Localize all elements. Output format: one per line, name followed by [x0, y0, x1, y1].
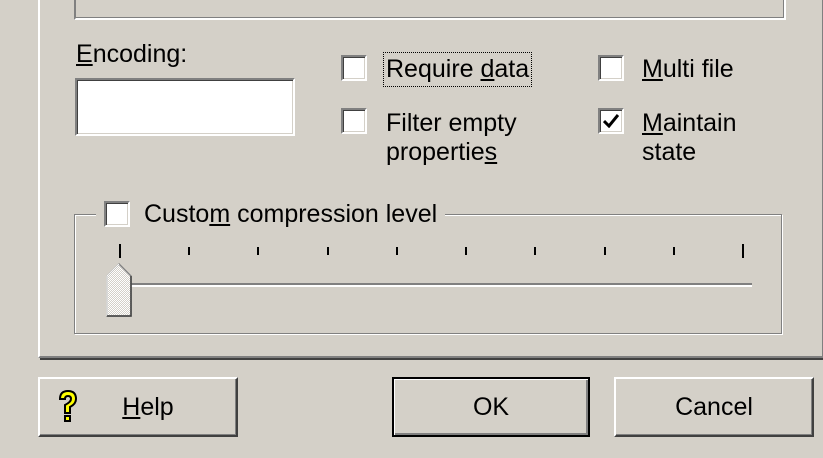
encoding-label: Encoding: [76, 40, 188, 68]
require-data-checkbox[interactable] [341, 55, 367, 81]
question-mark-icon [54, 389, 82, 430]
slider-tick [534, 247, 536, 255]
cancel-button-label: Cancel [675, 392, 753, 421]
filter-empty-checkbox[interactable] [341, 108, 367, 134]
require-data-label[interactable]: Require data [382, 52, 533, 87]
multi-file-checkbox[interactable] [598, 55, 624, 81]
require-data-box[interactable] [341, 55, 367, 81]
slider-tick [119, 244, 121, 258]
compression-group [74, 214, 782, 334]
filter-empty-label[interactable]: Filter empty properties [386, 109, 517, 167]
filter-empty-box[interactable] [341, 108, 367, 134]
slider-tick [465, 247, 467, 255]
slider-tick [396, 247, 398, 255]
multi-file-box[interactable] [598, 55, 624, 81]
upper-panel-edge [74, 0, 786, 20]
encoding-input[interactable] [75, 78, 295, 136]
maintain-state-box[interactable] [598, 108, 624, 134]
slider-tick [327, 247, 329, 255]
help-button-label: Help [122, 392, 174, 421]
custom-compression-checkbox[interactable] [104, 201, 130, 227]
maintain-state-checkbox[interactable] [598, 108, 624, 134]
slider-tick [257, 247, 259, 255]
compression-legend: Custom compression level [96, 198, 446, 230]
ok-button[interactable]: OK [392, 377, 590, 437]
slider-track[interactable] [112, 283, 752, 287]
slider-tick [188, 247, 190, 255]
checkmark-icon [603, 114, 619, 128]
custom-compression-label[interactable]: Custom compression level [144, 200, 437, 229]
ok-button-label: OK [472, 392, 510, 421]
slider-tick [604, 247, 606, 255]
slider-tick [673, 247, 675, 255]
slider-thumb[interactable] [106, 263, 132, 317]
multi-file-label[interactable]: Multi file [642, 55, 734, 84]
slider-tick [742, 244, 744, 258]
help-button[interactable]: Help [38, 377, 238, 437]
cancel-button[interactable]: Cancel [614, 377, 814, 437]
maintain-state-label[interactable]: Maintain state [642, 109, 737, 167]
